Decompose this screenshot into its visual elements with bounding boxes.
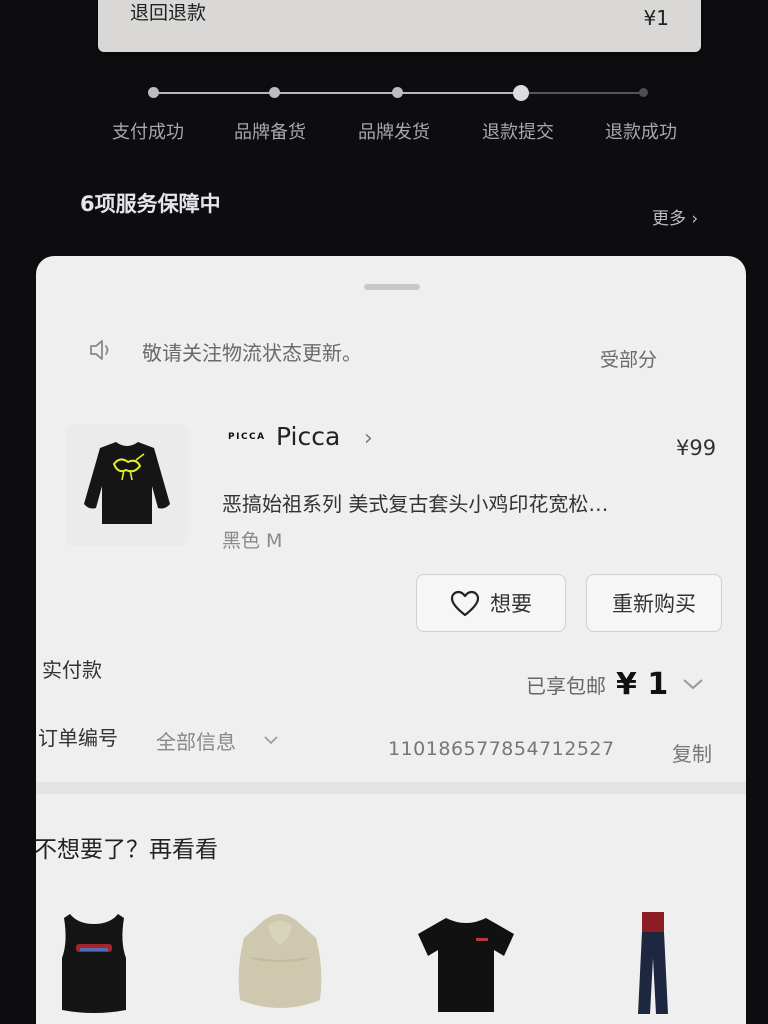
refund-summary-card[interactable]: 退回退款 ¥1 [98, 0, 701, 52]
order-number-value: 1101865778547125​27 [388, 738, 615, 760]
brand-logo: PICCA [228, 432, 266, 442]
step-label-4: 退款提交 [482, 122, 554, 143]
want-button-label: 想要 [490, 592, 532, 616]
paid-amount-label: 实付款 [42, 658, 102, 682]
step-dot-3 [392, 87, 403, 98]
rebuy-button-label: 重新购买 [612, 592, 696, 616]
heart-icon [450, 590, 480, 616]
order-detail-screen: 退回退款 ¥1 支付成功 品牌备货 品牌发货 退款提交 退款成功 6项服务保障中… [0, 0, 768, 1024]
step-dot-5 [639, 88, 648, 97]
chevron-right-icon[interactable]: › [364, 426, 373, 451]
product-title[interactable]: 恶搞始祖系列 美式复古套头小鸡印花宽松… [222, 488, 722, 517]
progress-fill [152, 92, 520, 94]
paid-amount-value: ¥ 1 [616, 666, 669, 702]
black-sweatshirt-image [84, 442, 170, 524]
sheet-drag-handle[interactable] [364, 284, 420, 290]
black-tshirt-image [418, 918, 514, 1012]
step-label-2: 品牌备货 [234, 122, 306, 143]
step-dot-1 [148, 87, 159, 98]
rebuy-button[interactable]: 重新购买 [586, 574, 722, 632]
notice-scrolling-text: 受部分 [600, 349, 658, 371]
refund-progress-tracker: 支付成功 品牌备货 品牌发货 退款提交 退款成功 [100, 82, 700, 152]
refund-label: 退回退款 [130, 2, 207, 24]
chevron-down-icon[interactable] [264, 736, 278, 745]
step-label-1: 支付成功 [112, 122, 184, 143]
black-tank-top-image [62, 914, 126, 1013]
all-info-toggle[interactable]: 全部信息 [156, 726, 236, 755]
product-thumbnail[interactable] [66, 424, 188, 546]
notice-text: 敬请关注物流状态更新。 [142, 341, 362, 365]
order-number-label: 订单编号 [38, 726, 118, 750]
want-button[interactable]: 想要 [416, 574, 566, 632]
recommendation-title: 不想要了？再看看 [34, 837, 218, 863]
step-dot-4-current [513, 85, 529, 101]
speaker-icon [90, 340, 109, 360]
product-variant: 黑色 M [222, 530, 283, 552]
recommended-product[interactable] [628, 908, 678, 1022]
copy-order-number-button[interactable]: 复制 [672, 738, 712, 767]
brand-name-link[interactable]: Picca [276, 422, 340, 451]
service-guarantee-title: 6项服务保障中 [80, 192, 221, 216]
step-label-5: 退款成功 [605, 122, 677, 143]
paid-amount-row[interactable]: 已享包邮 ¥ 1 [526, 664, 704, 704]
step-dot-2 [269, 87, 280, 98]
chevron-down-icon [683, 679, 703, 690]
product-price: ¥99 [676, 436, 717, 460]
order-sheet: 敬请关注物流状态更新。 受部分 PICCA Picca › ¥99 恶搞始祖系列… [34, 256, 746, 1024]
light-hoodie-image [238, 914, 322, 1008]
step-label-3: 品牌发货 [358, 122, 430, 143]
services-more-link[interactable]: 更多 › [652, 204, 698, 229]
section-divider [36, 782, 746, 794]
free-shipping-text: 已享包邮 [526, 673, 606, 698]
recommended-product[interactable] [410, 908, 522, 1022]
refund-amount: ¥1 [643, 6, 669, 30]
recommended-product[interactable] [56, 908, 132, 1022]
flared-jeans-image [638, 912, 668, 1014]
recommended-product[interactable] [232, 908, 328, 1022]
logistics-notice-bar: 敬请关注物流状态更新。 受部分 [86, 332, 706, 372]
